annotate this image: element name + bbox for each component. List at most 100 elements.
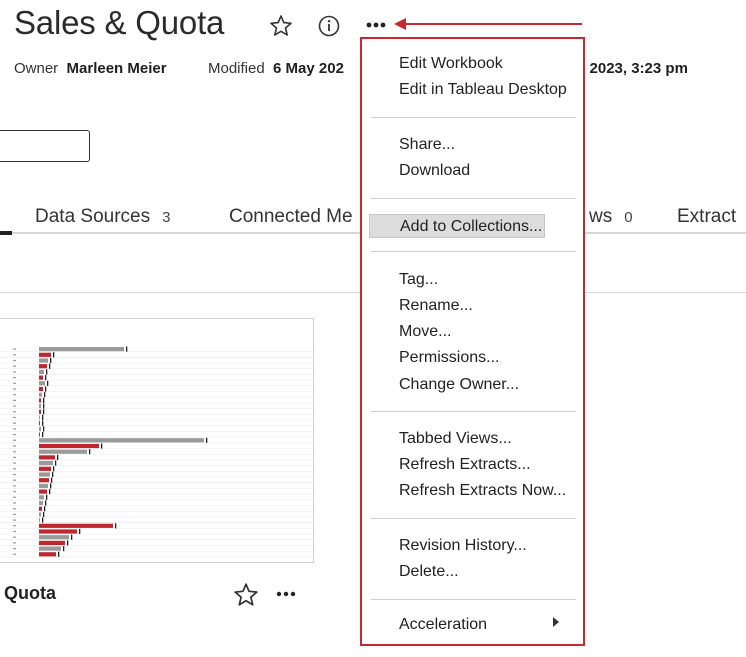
thumbnail-row-label bbox=[13, 491, 16, 493]
more-icon[interactable] bbox=[364, 12, 388, 38]
thumbnail-row-label bbox=[13, 548, 16, 550]
thumbnail-bar bbox=[39, 540, 65, 545]
menu-separator bbox=[371, 198, 576, 199]
thumbnail-bar bbox=[39, 392, 42, 397]
star-icon[interactable] bbox=[268, 13, 294, 39]
menu-item-acceleration[interactable]: Acceleration bbox=[399, 613, 487, 637]
modified-meta: Modified 6 May 202 bbox=[208, 60, 344, 77]
more-icon[interactable] bbox=[276, 583, 296, 610]
thumbnail-row-label bbox=[13, 365, 16, 367]
tab-extract[interactable]: Extract bbox=[677, 206, 736, 228]
menu-item-edit-workbook[interactable]: Edit Workbook bbox=[399, 52, 503, 76]
thumbnail-bar bbox=[39, 404, 41, 409]
menu-item-permissions[interactable]: Permissions... bbox=[399, 346, 499, 370]
thumbnail-row-label bbox=[13, 553, 16, 555]
thumbnail-bar bbox=[39, 500, 43, 506]
thumbnail-target-mark bbox=[43, 409, 45, 415]
tab-count: 3 bbox=[162, 209, 171, 226]
thumbnail-row-label bbox=[13, 348, 16, 350]
thumbnail-row-label bbox=[13, 479, 16, 481]
thumbnail-target-mark bbox=[49, 363, 51, 369]
thumbnail-target-mark bbox=[42, 432, 44, 438]
thumbnail-target-mark bbox=[42, 517, 44, 523]
thumbnail-bar bbox=[39, 529, 77, 534]
menu-item-tag[interactable]: Tag... bbox=[399, 268, 438, 292]
menu-item-add-to-collections[interactable]: Add to Collections... bbox=[369, 214, 545, 238]
thumbnail-bar bbox=[39, 432, 40, 437]
thumbnail-target-mark bbox=[42, 420, 44, 426]
menu-item-refresh-extracts-now[interactable]: Refresh Extracts Now... bbox=[399, 479, 566, 503]
menu-separator bbox=[371, 599, 576, 600]
thumbnail-bar bbox=[39, 546, 61, 551]
thumbnail-target-mark bbox=[43, 426, 45, 432]
workbook-actions-menu: Edit Workbook Edit in Tableau Desktop Sh… bbox=[360, 37, 585, 646]
thumbnail-bar bbox=[39, 415, 40, 420]
thumbnail-target-mark bbox=[55, 460, 57, 466]
thumbnail-row-label bbox=[13, 371, 16, 373]
thumbnail-bar bbox=[39, 381, 45, 386]
thumbnail-row-label bbox=[13, 428, 16, 430]
thumbnail-bar bbox=[39, 375, 43, 380]
thumbnail-target-mark bbox=[44, 506, 46, 512]
thumbnail-bar bbox=[39, 386, 43, 392]
thumbnail-bar bbox=[39, 495, 44, 500]
thumbnail-bar bbox=[39, 483, 48, 488]
thumbnail-target-mark bbox=[44, 392, 46, 398]
menu-item-refresh-extracts[interactable]: Refresh Extracts... bbox=[399, 453, 531, 477]
search-input[interactable] bbox=[0, 130, 90, 162]
menu-separator bbox=[371, 117, 576, 118]
thumbnail-bar bbox=[39, 369, 44, 374]
menu-item-move[interactable]: Move... bbox=[399, 320, 451, 344]
thumbnail-bar bbox=[39, 364, 47, 369]
thumbnail-row-label bbox=[13, 451, 16, 453]
tab-views[interactable]: ws 0 bbox=[589, 206, 633, 228]
owner-name[interactable]: Marleen Meier bbox=[67, 60, 167, 77]
thumbnail-target-mark bbox=[47, 380, 49, 386]
thumbnail-target-mark bbox=[79, 528, 81, 535]
owner-meta: Owner Marleen Meier bbox=[14, 60, 167, 77]
menu-item-tabbed-views[interactable]: Tabbed Views... bbox=[399, 427, 512, 451]
thumbnail-row-label bbox=[13, 525, 16, 527]
thumbnail-row-label bbox=[13, 411, 16, 413]
thumbnail-row-label bbox=[13, 473, 16, 476]
menu-item-rename[interactable]: Rename... bbox=[399, 294, 473, 318]
thumbnail-bar bbox=[39, 478, 49, 483]
page-title: Sales & Quota bbox=[14, 4, 225, 41]
thumbnail-row-label bbox=[13, 394, 16, 396]
thumbnail-bar bbox=[39, 523, 113, 528]
card-title[interactable]: Quota bbox=[4, 583, 56, 604]
menu-item-share[interactable]: Share... bbox=[399, 133, 455, 157]
thumbnail-target-mark bbox=[89, 449, 91, 455]
thumbnail-target-mark bbox=[50, 483, 52, 489]
thumbnail-row-label bbox=[13, 502, 16, 504]
modified-label: Modified bbox=[208, 60, 265, 77]
thumbnail-target-mark bbox=[49, 489, 51, 495]
thumbnail-row-label bbox=[13, 422, 16, 424]
annotation-arrow bbox=[394, 18, 582, 30]
menu-item-edit-in-desktop[interactable]: Edit in Tableau Desktop bbox=[399, 78, 567, 102]
thumbnail-row-label bbox=[13, 388, 16, 390]
workbook-thumbnail[interactable] bbox=[0, 318, 314, 563]
thumbnail-target-mark bbox=[71, 534, 73, 540]
thumbnail-row-label bbox=[13, 456, 16, 458]
thumbnail-row-label bbox=[13, 439, 16, 441]
tab-connected-metrics[interactable]: Connected Me bbox=[229, 206, 353, 228]
info-icon[interactable] bbox=[317, 14, 341, 38]
thumbnail-target-mark bbox=[101, 443, 103, 449]
thumbnail-row-label bbox=[13, 508, 16, 510]
star-icon[interactable] bbox=[233, 582, 259, 608]
thumbnail-row-label bbox=[13, 519, 16, 521]
menu-item-download[interactable]: Download bbox=[399, 159, 470, 183]
tab-data-sources[interactable]: Data Sources 3 bbox=[35, 206, 170, 228]
thumbnail-bar bbox=[39, 426, 41, 431]
menu-item-change-owner[interactable]: Change Owner... bbox=[399, 373, 519, 397]
thumbnail-target-mark bbox=[42, 414, 44, 421]
menu-item-delete[interactable]: Delete... bbox=[399, 560, 459, 584]
menu-item-revision-history[interactable]: Revision History... bbox=[399, 534, 527, 558]
thumbnail-target-mark bbox=[115, 523, 117, 529]
thumbnail-bar bbox=[39, 352, 51, 357]
thumbnail-row-label bbox=[13, 536, 16, 538]
thumbnail-bar bbox=[39, 421, 40, 426]
thumbnail-target-mark bbox=[58, 551, 60, 557]
thumbnail-row-label bbox=[13, 359, 16, 362]
